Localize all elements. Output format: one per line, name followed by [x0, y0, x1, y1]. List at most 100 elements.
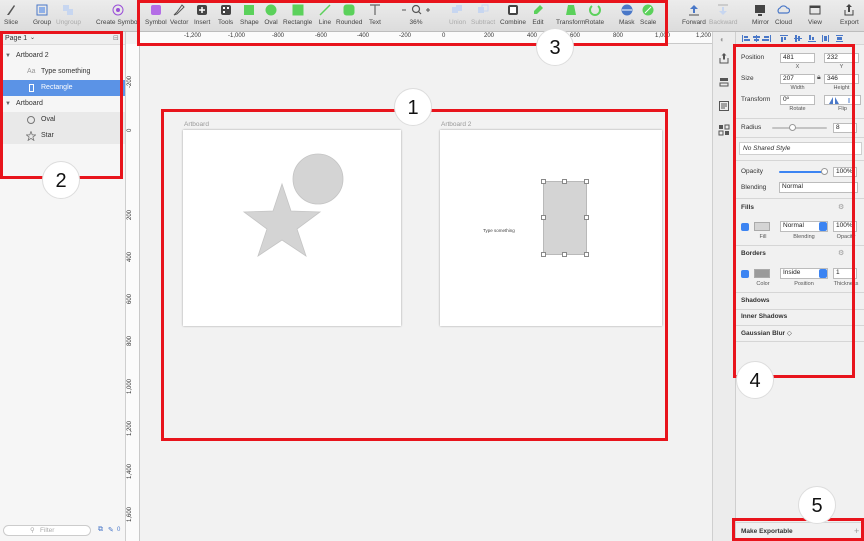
cloud-button[interactable]: Cloud [775, 3, 792, 26]
add-export-icon[interactable]: + [854, 526, 859, 536]
resize-handle-br[interactable] [584, 252, 589, 257]
shape-button[interactable]: Shape [240, 3, 259, 26]
layer-star[interactable]: Star [0, 128, 125, 144]
borders-settings-gear-icon[interactable]: ⚙ [838, 249, 844, 257]
opacity-slider[interactable] [779, 168, 828, 175]
artboard-2-label[interactable]: Artboard 2 [441, 121, 471, 128]
inner-shadows-section[interactable]: Inner Shadows [741, 313, 787, 320]
artboard-label[interactable]: Artboard [184, 121, 209, 128]
union-icon [452, 5, 463, 13]
rotate-button[interactable]: Rotate [585, 3, 604, 26]
text-tool[interactable]: Text [368, 3, 382, 26]
rounded-tool[interactable]: Rounded [336, 3, 362, 26]
tools-button[interactable]: Tools [218, 3, 233, 26]
flip-buttons[interactable] [824, 95, 861, 105]
layer-artboard-2[interactable]: ▼ Artboard 2 [0, 48, 125, 64]
symbol-button[interactable]: Symbol [145, 3, 167, 26]
group-button[interactable]: Group [33, 3, 51, 26]
resize-handle-t[interactable] [562, 179, 567, 184]
chevron-updown-icon[interactable] [819, 269, 827, 278]
y-field[interactable]: 232 [824, 53, 859, 63]
forward-button[interactable]: Forward [682, 3, 706, 26]
mask-icon [621, 4, 633, 16]
export-button[interactable]: Export [840, 3, 859, 26]
union-button[interactable]: Union [449, 3, 466, 26]
overflow-icon[interactable]: ◐ [720, 35, 725, 44]
vector-tool[interactable]: Vector [170, 3, 188, 26]
mask-button[interactable]: Mask [619, 3, 635, 26]
fill-enabled-checkbox[interactable] [741, 223, 749, 231]
create-symbol-button[interactable]: Create Symbol [96, 3, 139, 26]
opacity-field[interactable]: 100% [833, 167, 857, 177]
oval-tool[interactable]: Oval [264, 3, 278, 26]
fill-opacity-field[interactable]: 100% [833, 221, 857, 232]
zoom-control[interactable]: 36% [398, 3, 434, 26]
layer-order-icon[interactable] [718, 76, 730, 88]
ungroup-button[interactable]: Ungroup [56, 3, 81, 26]
prototype-icon[interactable] [718, 124, 730, 136]
border-enabled-checkbox[interactable] [741, 270, 749, 278]
page-selector[interactable]: Page 1 ⌄ ⊟ [0, 32, 125, 45]
filter-input[interactable]: Filter [40, 527, 54, 534]
chevron-down-icon: ⌄ [30, 35, 36, 41]
blending-select[interactable]: Normal [779, 182, 858, 193]
chevron-updown-icon[interactable] [819, 222, 827, 231]
gaussian-blur-section[interactable]: Gaussian Blur ◇ [741, 329, 792, 337]
layer-oval[interactable]: Oval [0, 112, 125, 128]
style-list-icon[interactable] [718, 100, 730, 112]
collapse-panel-icon[interactable]: ⊟ [113, 32, 119, 45]
resize-handle-b[interactable] [562, 252, 567, 257]
shadows-section[interactable]: Shadows [741, 297, 770, 304]
layer-type-something[interactable]: Aa Type something [0, 64, 125, 80]
mirror-button[interactable]: Mirror [752, 3, 769, 26]
insert-button[interactable]: Insert [194, 3, 210, 26]
border-color-swatch[interactable] [754, 269, 770, 278]
combine-button[interactable]: Combine [500, 3, 526, 26]
disclosure-triangle-icon[interactable]: ▼ [5, 48, 11, 64]
disclosure-triangle-icon[interactable]: ▼ [5, 96, 11, 112]
filter-search[interactable]: ⚲ Filter [3, 525, 91, 536]
shared-style-select[interactable]: No Shared Style [739, 142, 862, 155]
artboard-1[interactable] [183, 130, 401, 326]
rectangle-layer-icon [29, 84, 34, 92]
layers-panel: Page 1 ⌄ ⊟ ▼ Artboard 2 Aa Type somethin… [0, 32, 126, 541]
x-field[interactable]: 481 [780, 53, 815, 63]
resize-handle-tr[interactable] [584, 179, 589, 184]
make-exportable-section[interactable]: Make Exportable [741, 528, 793, 535]
align-icons[interactable] [740, 34, 858, 43]
edit-button[interactable]: Edit [531, 3, 545, 26]
slice-tool[interactable]: Slice [4, 3, 18, 26]
opacity-slider-thumb[interactable] [821, 168, 828, 175]
line-tool[interactable]: Line [318, 3, 332, 26]
selected-rectangle[interactable] [543, 181, 587, 255]
fill-color-swatch[interactable] [754, 222, 770, 231]
height-field[interactable]: 346 [824, 74, 859, 84]
slice-icon[interactable]: ✎ [108, 526, 114, 534]
backward-button[interactable]: Backward [709, 3, 738, 26]
layer-rectangle[interactable]: Rectangle [0, 80, 125, 96]
resize-handle-tl[interactable] [541, 179, 546, 184]
add-page-icon[interactable]: ⧉ [98, 526, 103, 534]
subtract-button[interactable]: Subtract [471, 3, 495, 26]
radius-slider-thumb[interactable] [789, 124, 796, 131]
cloud-icon [777, 5, 791, 14]
text-layer[interactable]: Type something [483, 228, 515, 233]
rotate-field[interactable]: 0º [780, 95, 815, 105]
resize-handle-l[interactable] [541, 215, 546, 220]
transform-button[interactable]: Transform [556, 3, 585, 26]
border-thickness-field[interactable]: 1 [833, 268, 857, 279]
share-icon[interactable] [718, 52, 730, 64]
layer-artboard[interactable]: ▼ Artboard [0, 96, 125, 112]
width-field[interactable]: 207 [780, 74, 815, 84]
lock-icon[interactable]: 🔒︎ [817, 74, 821, 82]
resize-handle-r[interactable] [584, 215, 589, 220]
view-button[interactable]: View [808, 3, 822, 26]
fills-settings-gear-icon[interactable]: ⚙ [838, 203, 844, 211]
radius-field[interactable]: 8 [833, 123, 857, 133]
artboard-2[interactable]: Type something [440, 130, 662, 326]
rectangle-tool[interactable]: Rectangle [283, 3, 312, 26]
scale-button[interactable]: Scale [640, 3, 656, 26]
resize-handle-bl[interactable] [541, 252, 546, 257]
radius-slider[interactable] [772, 124, 827, 131]
top-ruler: -1,200 -1,000 -800 -600 -400 -200 0 200 … [140, 32, 712, 44]
